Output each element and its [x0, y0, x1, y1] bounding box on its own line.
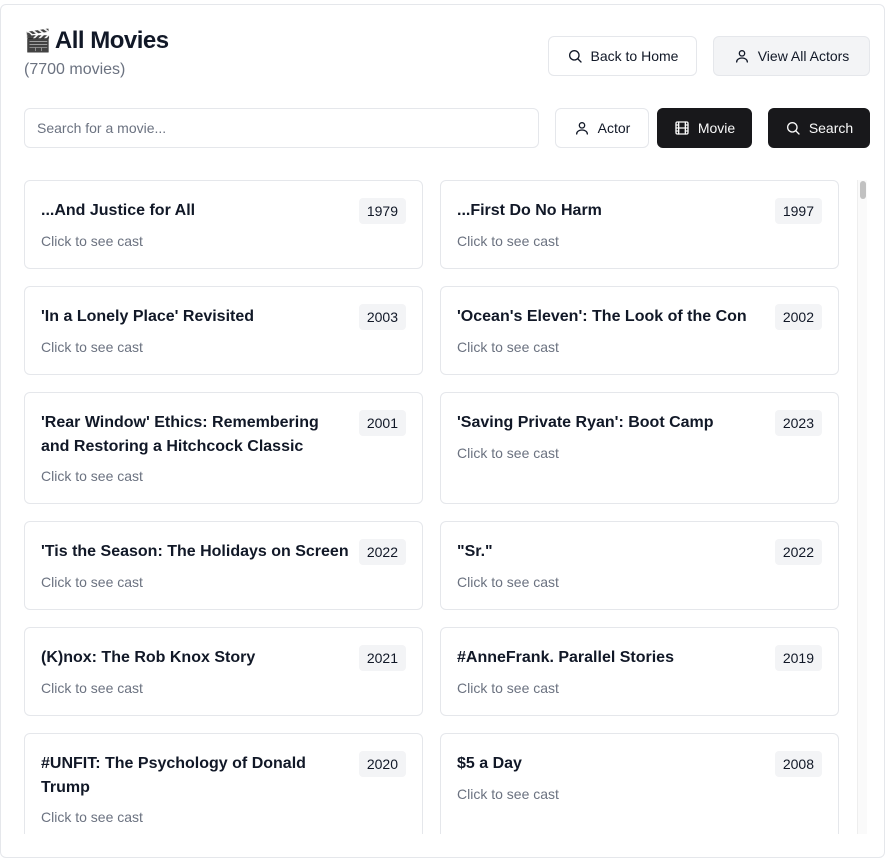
- movie-card[interactable]: 'Ocean's Eleven': The Look of the Con 200…: [440, 286, 839, 375]
- movie-list-scrollbar[interactable]: [857, 180, 867, 834]
- movie-card[interactable]: ...And Justice for All 1979 Click to see c…: [24, 180, 423, 269]
- mode-movie-button[interactable]: Movie: [657, 108, 752, 148]
- card-hint: Click to see cast: [41, 233, 143, 249]
- card-hint: Click to see cast: [457, 680, 559, 696]
- user-icon: [735, 50, 748, 63]
- user-icon: [575, 122, 588, 135]
- view-all-actors-button[interactable]: View All Actors: [713, 36, 870, 76]
- year-badge: 2001: [358, 410, 406, 436]
- year-badge: 2022: [358, 539, 406, 565]
- search-bar: Actor Movie Search: [24, 108, 870, 148]
- year-badge: 2019: [774, 645, 822, 671]
- movie-title: 'In a Lonely Place' Revisited: [41, 308, 255, 325]
- year-badge: 2021: [358, 645, 406, 671]
- card-hint: Click to see cast: [41, 468, 143, 484]
- movie-grid: ...And Justice for All 1979 Click to see c…: [24, 180, 839, 834]
- movie-title: #AnneFrank. Parallel Stories: [457, 649, 674, 666]
- movie-search-input[interactable]: [24, 108, 539, 148]
- movie-title: 'Ocean's Eleven': The Look of the Con: [457, 308, 747, 325]
- year-badge: 2002: [774, 304, 822, 330]
- movie-card[interactable]: 'Tis the Season: The Holidays on Screen 2…: [24, 521, 423, 610]
- card-hint: Click to see cast: [41, 339, 143, 355]
- mode-actor-button[interactable]: Actor: [555, 108, 649, 148]
- movie-card[interactable]: ...First Do No Harm 1997 Click to see cast: [440, 180, 839, 269]
- year-badge: 2008: [774, 751, 822, 777]
- page-title-text: All Movies: [54, 27, 169, 54]
- movie-card[interactable]: 'In a Lonely Place' Revisited 2003 Click t…: [24, 286, 423, 375]
- clapperboard-icon: 🎬: [24, 28, 51, 53]
- year-badge: 2022: [774, 539, 822, 565]
- view-all-actors-label: View All Actors: [757, 48, 850, 64]
- year-badge: 1997: [774, 198, 822, 224]
- search-icon: [568, 50, 582, 63]
- card-hint: Click to see cast: [457, 445, 559, 461]
- movie-title: ...First Do No Harm: [457, 202, 602, 219]
- movie-card[interactable]: 'Rear Window' Ethics: Remembering and Re…: [24, 392, 423, 504]
- movie-card[interactable]: #AnneFrank. Parallel Stories 2019 Click to…: [440, 627, 839, 716]
- movie-title: $5 a Day: [457, 755, 522, 772]
- movie-card[interactable]: #UNFIT: The Psychology of Donald Trump 20…: [24, 733, 423, 834]
- movie-list[interactable]: ...And Justice for All 1979 Click to see c…: [24, 180, 870, 834]
- movie-title: #UNFIT: The Psychology of Donald Trump: [41, 755, 306, 796]
- search-button[interactable]: Search: [768, 108, 870, 148]
- card-hint: Click to see cast: [41, 809, 143, 825]
- movie-card[interactable]: "Sr." 2022 Click to see cast: [440, 521, 839, 610]
- card-hint: Click to see cast: [457, 339, 559, 355]
- header-actions: Back to Home View All Actors: [548, 36, 870, 76]
- movie-title: "Sr.": [457, 543, 493, 560]
- film-icon: [675, 121, 689, 135]
- movie-title: ...And Justice for All: [41, 202, 196, 219]
- scrollbar-thumb[interactable]: [860, 181, 866, 199]
- movie-card[interactable]: 'Saving Private Ryan': Boot Camp 2023 Clic…: [440, 392, 839, 504]
- movie-title: 'Rear Window' Ethics: Remembering and Re…: [41, 414, 319, 455]
- card-hint: Click to see cast: [41, 680, 143, 696]
- movie-card[interactable]: (K)nox: The Rob Knox Story 2021 Click to s…: [24, 627, 423, 716]
- card-hint: Click to see cast: [457, 786, 559, 802]
- mode-movie-label: Movie: [697, 120, 736, 136]
- movie-title: 'Saving Private Ryan': Boot Camp: [457, 414, 714, 431]
- movie-title: 'Tis the Season: The Holidays on Screen: [41, 543, 349, 560]
- back-to-home-label: Back to Home: [590, 48, 679, 64]
- card-hint: Click to see cast: [457, 574, 559, 590]
- year-badge: 2020: [358, 751, 406, 777]
- back-to-home-button[interactable]: Back to Home: [548, 36, 697, 76]
- movie-title: (K)nox: The Rob Knox Story: [41, 649, 256, 666]
- card-hint: Click to see cast: [457, 233, 559, 249]
- year-badge: 1979: [358, 198, 406, 224]
- mode-actor-label: Actor: [597, 120, 631, 136]
- year-badge: 2023: [774, 410, 822, 436]
- movie-card[interactable]: $5 a Day 2008 Click to see cast: [440, 733, 839, 834]
- card-hint: Click to see cast: [41, 574, 143, 590]
- year-badge: 2003: [358, 304, 406, 330]
- search-button-label: Search: [808, 120, 854, 136]
- search-icon: [786, 122, 800, 135]
